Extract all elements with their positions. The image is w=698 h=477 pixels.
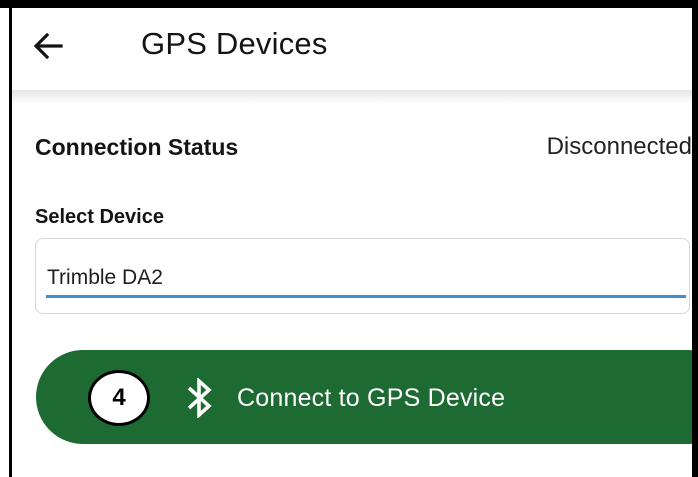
connect-button-label: Connect to GPS Device xyxy=(237,384,506,412)
select-device-label: Select Device xyxy=(35,206,164,228)
app-bar xyxy=(12,8,692,96)
app-bar-shadow xyxy=(12,90,692,104)
bluetooth-icon xyxy=(187,378,212,418)
connection-status-value: Disconnected xyxy=(546,133,692,160)
frame-border-right xyxy=(692,0,698,477)
device-select[interactable]: Trimble DA2 xyxy=(35,238,690,314)
arrow-left-icon xyxy=(33,33,63,59)
page-title: GPS Devices xyxy=(141,26,328,61)
connection-status-label: Connection Status xyxy=(35,134,239,160)
frame-border-left xyxy=(9,0,12,477)
device-select-value: Trimble DA2 xyxy=(47,266,163,289)
gps-devices-screen: GPS Devices Connection Status Disconnect… xyxy=(0,0,698,477)
step-number-badge: 4 xyxy=(88,370,150,426)
back-button[interactable] xyxy=(22,20,74,72)
device-select-underline xyxy=(46,295,686,298)
frame-border-top xyxy=(0,0,698,8)
